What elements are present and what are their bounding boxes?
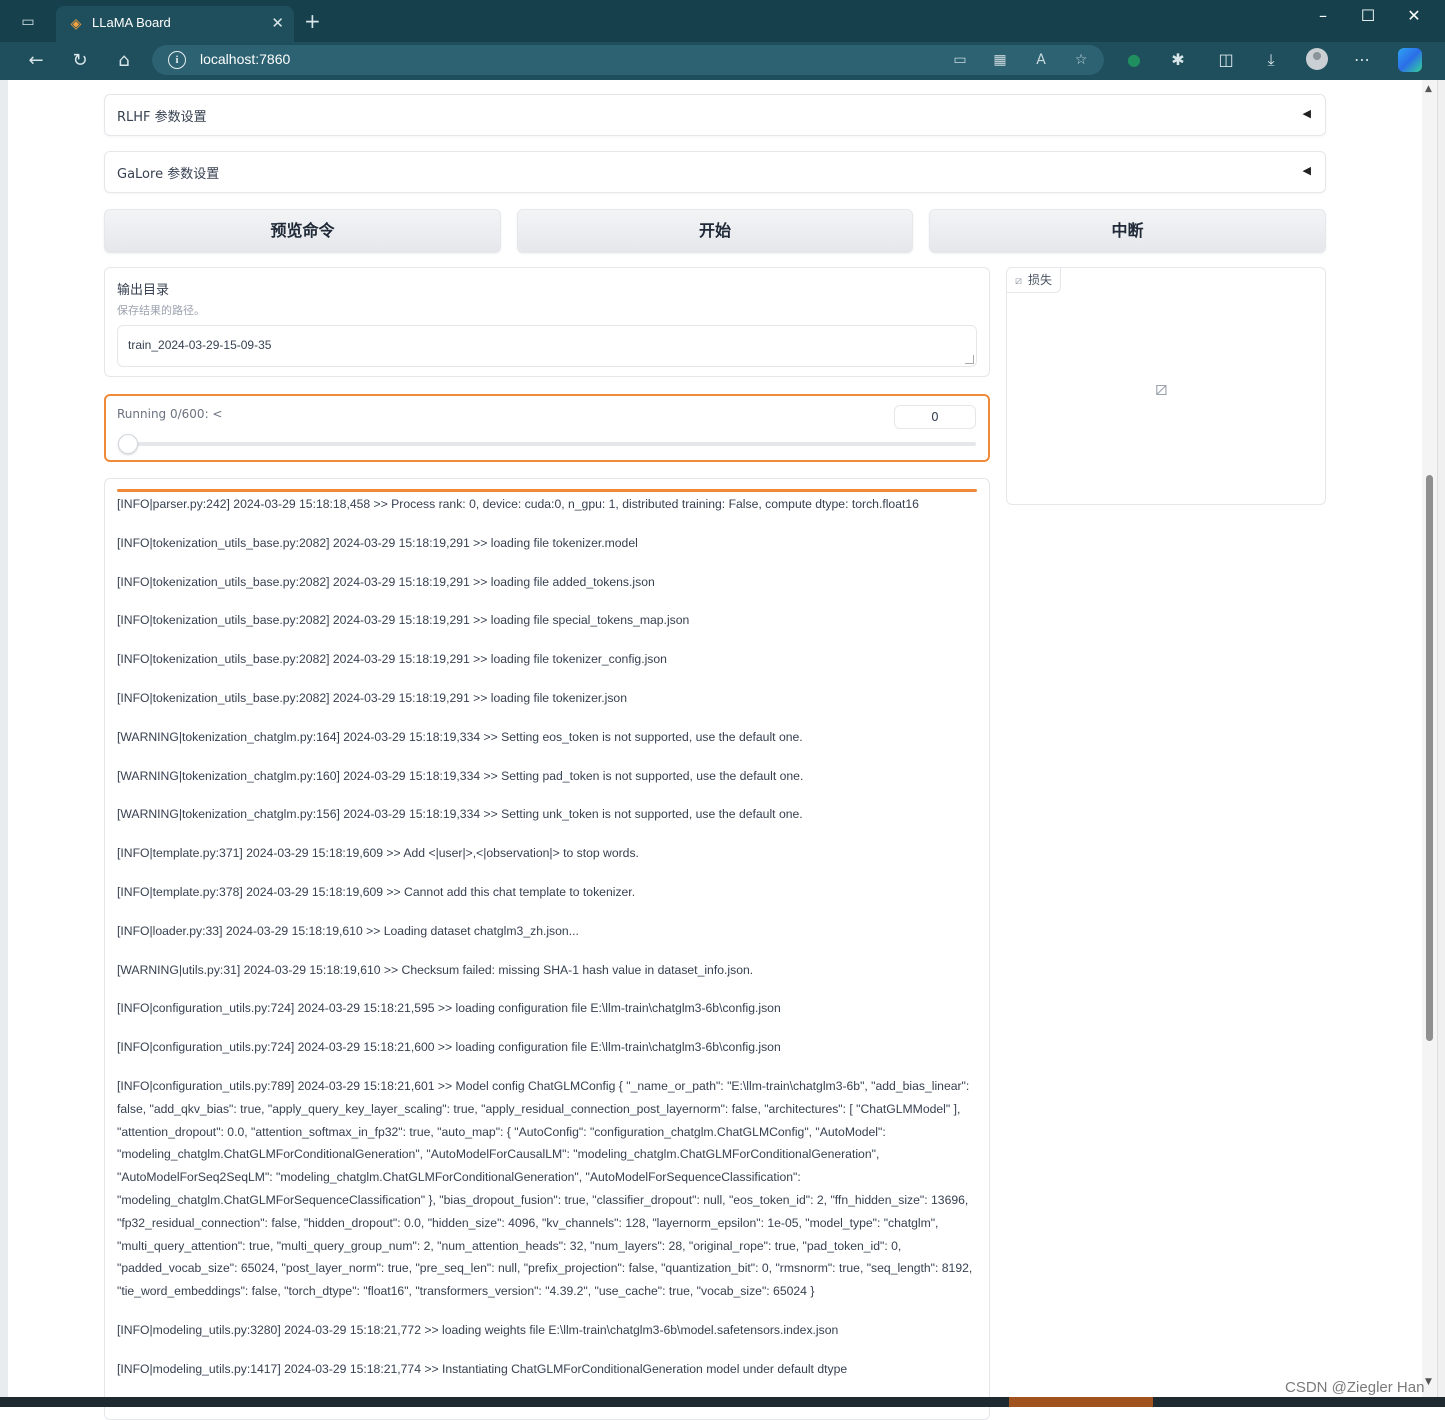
log-loading-bar xyxy=(117,489,977,492)
progress-panel: Running 0/600: < 0 xyxy=(104,394,990,462)
download-icon[interactable]: ⤓ xyxy=(1259,49,1283,71)
log-line: [INFO|configuration_utils.py:724] 2024-0… xyxy=(117,1001,781,1016)
output-dir-label: 输出目录 xyxy=(117,283,170,298)
log-line: [INFO|template.py:371] 2024-03-29 15:18:… xyxy=(117,846,639,861)
close-window-icon[interactable]: ✕ xyxy=(1399,6,1429,25)
accordion-galore[interactable]: GaLore 参数设置 ◀ xyxy=(104,151,1326,193)
progress-label: Running 0/600: < xyxy=(117,407,223,421)
puzzle-icon[interactable]: ✱ xyxy=(1166,49,1190,71)
log-line: [INFO|parser.py:242] 2024-03-29 15:18:18… xyxy=(117,497,919,511)
page-scrollbar[interactable]: ▲ ▼ xyxy=(1422,80,1437,1397)
log-line: [WARNING|tokenization_chatglm.py:160] 20… xyxy=(117,768,804,783)
loss-plot-tag: ⧄ 损失 xyxy=(1007,268,1062,293)
extensions-grid-icon[interactable]: ▦ xyxy=(989,50,1011,70)
url-text[interactable]: localhost:7860 xyxy=(200,51,290,67)
maximize-icon[interactable]: ☐ xyxy=(1353,6,1383,25)
left-window-edge xyxy=(0,80,8,1407)
split-screen-icon[interactable]: ◫ xyxy=(1214,49,1238,71)
empty-plot-icon: ⧄ xyxy=(1155,376,1168,400)
back-icon[interactable]: ← xyxy=(23,49,49,73)
log-line: [INFO|configuration_utils.py:724] 2024-0… xyxy=(117,1040,781,1055)
log-line: [WARNING|utils.py:31] 2024-03-29 15:18:1… xyxy=(117,962,754,977)
log-line: [WARNING|tokenization_chatglm.py:156] 20… xyxy=(117,807,803,822)
accordion-rlhf[interactable]: RLHF 参数设置 ◀ xyxy=(104,94,1326,136)
extension-icon[interactable]: ● xyxy=(1122,49,1146,71)
read-aloud-icon[interactable]: A xyxy=(1030,50,1052,70)
log-line: [INFO|modeling_utils.py:1417] 2024-03-29… xyxy=(117,1361,848,1376)
copilot-icon[interactable] xyxy=(1398,48,1422,72)
preview-command-button[interactable]: 预览命令 xyxy=(104,209,501,253)
log-line: [INFO|modeling_utils.py:3280] 2024-03-29… xyxy=(117,1322,839,1337)
collapse-arrow-icon: ◀ xyxy=(1302,164,1311,177)
watermark: CSDN @Ziegler Han xyxy=(1285,1379,1425,1396)
tab-actions-icon[interactable]: ▭ xyxy=(18,13,38,31)
site-info-icon[interactable]: i xyxy=(168,51,186,69)
log-line: [INFO|tokenization_utils_base.py:2082] 2… xyxy=(117,574,655,589)
log-line: [INFO|tokenization_utils_base.py:2082] 2… xyxy=(117,535,638,550)
abort-button[interactable]: 中断 xyxy=(929,209,1326,253)
log-line: [INFO|configuration_utils.py:789] 2024-0… xyxy=(117,1078,973,1299)
log-list: [INFO|parser.py:242] 2024-03-29 15:18:18… xyxy=(117,493,977,1397)
progress-slider-track[interactable] xyxy=(118,442,976,446)
tab-bar: ▭ ◈ LLaMA Board ✕ + – ☐ ✕ xyxy=(0,0,1445,42)
output-dir-panel: 输出目录 保存结果的路径。 train_2024-03-29-15-09-35 xyxy=(104,267,990,377)
accordion-rlhf-label: RLHF 参数设置 xyxy=(117,110,207,125)
minimize-icon[interactable]: – xyxy=(1308,6,1338,25)
right-window-edge xyxy=(1437,80,1445,1407)
progress-number-input[interactable]: 0 xyxy=(894,405,976,429)
log-line: [WARNING|tokenization_chatglm.py:164] 20… xyxy=(117,729,803,744)
log-line: [INFO|tokenization_utils_base.py:2082] 2… xyxy=(117,613,690,628)
close-tab-icon[interactable]: ✕ xyxy=(271,14,284,32)
loss-plot-panel: ⧄ 损失 ⧄ xyxy=(1006,267,1326,505)
log-line: [INFO|template.py:378] 2024-03-29 15:18:… xyxy=(117,884,636,899)
address-bar[interactable]: i localhost:7860 ▭ ▦ A ☆ xyxy=(152,45,1104,75)
log-line: [INFO|tokenization_utils_base.py:2082] 2… xyxy=(117,690,627,705)
browser-chrome: ▭ ◈ LLaMA Board ✕ + – ☐ ✕ ← ↻ ⌂ i localh… xyxy=(0,0,1445,80)
loss-plot-label: 损失 xyxy=(1028,273,1053,287)
progress-slider-handle[interactable] xyxy=(118,434,138,454)
output-dir-value[interactable]: train_2024-03-29-15-09-35 xyxy=(128,338,271,352)
profile-avatar[interactable] xyxy=(1306,48,1328,70)
taskbar xyxy=(0,1397,1445,1407)
output-log-panel: [INFO|parser.py:242] 2024-03-29 15:18:18… xyxy=(104,478,990,1420)
scroll-down-arrow-icon[interactable]: ▼ xyxy=(1425,1377,1432,1387)
tab-title: LLaMA Board xyxy=(92,15,171,30)
reload-icon[interactable]: ↻ xyxy=(67,49,93,73)
taskbar-active-item[interactable] xyxy=(1009,1397,1153,1407)
resize-handle-icon[interactable] xyxy=(965,355,974,364)
browser-tab[interactable]: ◈ LLaMA Board ✕ xyxy=(56,6,294,42)
home-icon[interactable]: ⌂ xyxy=(111,49,137,73)
llama-board-favicon: ◈ xyxy=(70,16,82,32)
scrollbar-thumb[interactable] xyxy=(1426,475,1433,1041)
start-button[interactable]: 开始 xyxy=(517,209,913,253)
collapse-arrow-icon: ◀ xyxy=(1302,107,1311,120)
output-dir-info: 保存结果的路径。 xyxy=(117,304,205,317)
accordion-galore-label: GaLore 参数设置 xyxy=(117,167,220,182)
app-available-icon[interactable]: ▭ xyxy=(949,50,971,70)
more-menu-icon[interactable]: ⋯ xyxy=(1350,49,1374,71)
output-dir-input[interactable]: train_2024-03-29-15-09-35 xyxy=(117,325,977,367)
favorite-star-icon[interactable]: ☆ xyxy=(1070,50,1092,70)
log-line: [INFO|loader.py:33] 2024-03-29 15:18:19,… xyxy=(117,923,579,938)
plot-icon: ⧄ xyxy=(1015,274,1022,287)
new-tab-icon[interactable]: + xyxy=(304,11,321,31)
log-line: [INFO|tokenization_utils_base.py:2082] 2… xyxy=(117,652,667,667)
scroll-up-arrow-icon[interactable]: ▲ xyxy=(1425,84,1432,94)
